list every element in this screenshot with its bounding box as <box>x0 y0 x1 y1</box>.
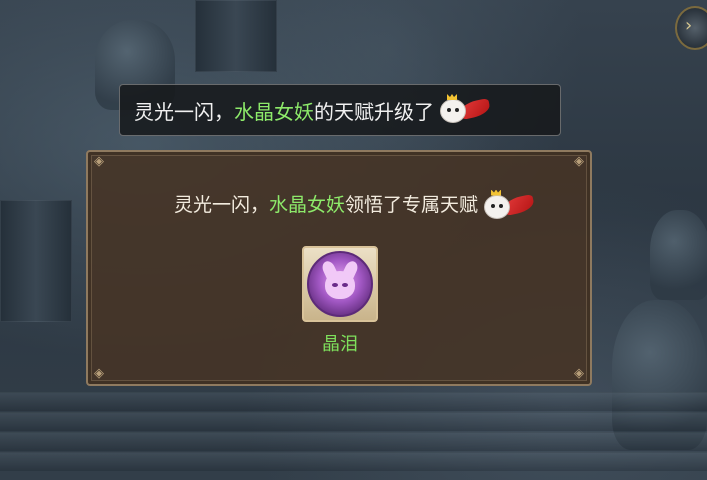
talent-skill-name: 晶泪 <box>322 334 358 355</box>
corner-ornament-icon: ◈ <box>574 154 584 169</box>
toast-hero-name: 水晶女妖 <box>234 99 314 124</box>
dialog-message: 灵光一闪，水晶女妖领悟了专属天赋 <box>88 189 590 219</box>
talent-unlock-dialog[interactable]: ◈ ◈ ◈ ◈ 灵光一闪，水晶女妖领悟了专属天赋 晶泪 <box>86 150 592 386</box>
dialog-hero-name: 水晶女妖 <box>268 194 345 216</box>
stair-step <box>0 392 707 411</box>
talent-upgrade-toast: 灵光一闪， 水晶女妖 的天赋升级了 <box>119 84 561 136</box>
toast-prefix: 灵光一闪， <box>134 99 234 124</box>
side-menu-button[interactable]: › <box>675 6 707 50</box>
corner-ornament-icon: ◈ <box>94 154 104 169</box>
stair-step <box>0 452 707 471</box>
statue-right-upper <box>650 210 707 300</box>
dialog-suffix: 领悟了专属天赋 <box>345 194 479 216</box>
corner-ornament-icon: ◈ <box>574 366 584 381</box>
mascot-emote-icon <box>480 189 536 219</box>
talent-skill-slot[interactable] <box>302 246 378 322</box>
crystal-banshee-icon <box>307 251 373 317</box>
dialog-prefix: 灵光一闪， <box>173 194 269 216</box>
stair-step <box>0 432 707 451</box>
mascot-emote-icon <box>436 94 492 123</box>
stair-step <box>0 412 707 431</box>
temple-pillar <box>195 0 277 72</box>
toast-suffix: 的天赋升级了 <box>314 99 434 124</box>
stone-wall <box>0 200 72 322</box>
corner-ornament-icon: ◈ <box>94 366 104 381</box>
